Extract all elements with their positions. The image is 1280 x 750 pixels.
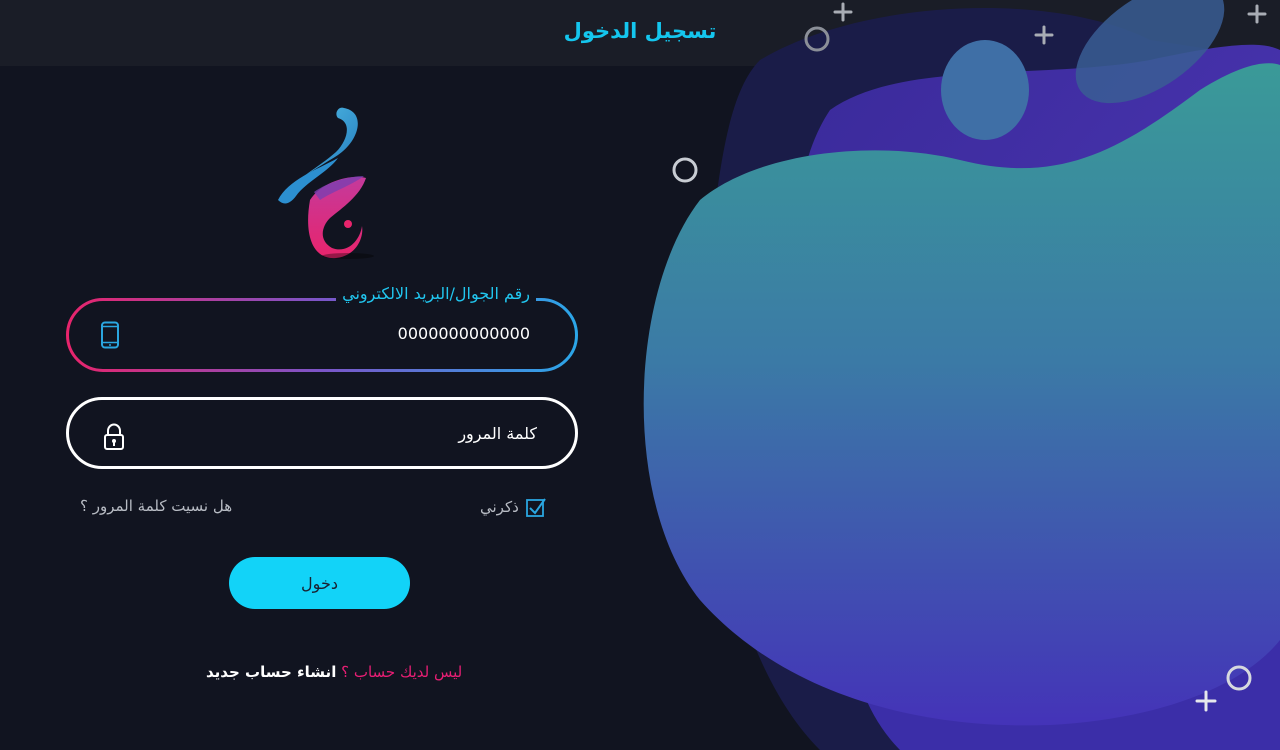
phone-email-field[interactable]: رقم الجوال/البريد الالكتروني 00000000000… (66, 284, 578, 372)
signup-prompt: ليس لديك حساب ؟ انشاء حساب جديد (206, 663, 462, 681)
password-placeholder: كلمة المرور (458, 424, 537, 443)
login-button[interactable]: دخول (229, 557, 410, 609)
password-field[interactable]: كلمة المرور (66, 397, 578, 469)
phone-field-label: رقم الجوال/البريد الالكتروني (336, 284, 536, 303)
decorative-blobs (643, 7, 1280, 750)
signup-question: ليس لديك حساب ؟ (341, 663, 463, 681)
forgot-password-link[interactable]: هل نسيت كلمة المرور ؟ (80, 497, 232, 515)
create-account-link[interactable]: انشاء حساب جديد (206, 663, 336, 681)
remember-me-label: ذكرني (480, 498, 519, 516)
checkbox-checked-icon[interactable] (525, 496, 547, 518)
mobile-phone-icon (100, 321, 120, 353)
brand-logo (278, 107, 374, 259)
remember-me[interactable]: ذكرني (480, 496, 547, 518)
padlock-icon (103, 423, 125, 455)
phone-input-value[interactable]: 0000000000000 (398, 324, 530, 343)
page-title: تسجيل الدخول (563, 19, 717, 43)
